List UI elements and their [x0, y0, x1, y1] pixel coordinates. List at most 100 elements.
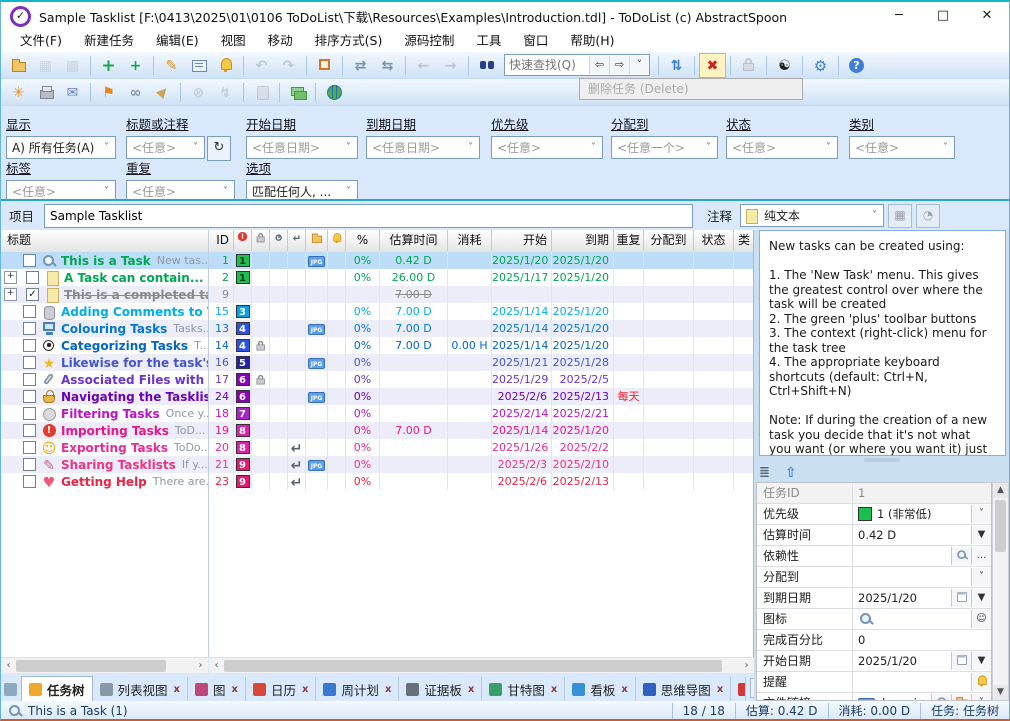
column-header-recur[interactable]: ↵ — [287, 230, 305, 251]
scroll-down-icon[interactable]: ▼ — [993, 685, 1008, 700]
chevron-down-icon[interactable]: ▼ — [971, 589, 991, 607]
close-tab-icon[interactable]: x — [717, 684, 723, 695]
attribute-value[interactable]: 1 (非常低) ˅ — [853, 504, 991, 524]
scroll-left-icon[interactable]: ‹ — [209, 658, 224, 674]
calendar-picker-icon[interactable] — [951, 652, 971, 670]
find-tasks-button[interactable] — [473, 53, 500, 78]
cleanup-button[interactable] — [149, 80, 176, 105]
attributes-scrollbar[interactable]: ▲ ▼ — [992, 482, 1009, 701]
attribute-value[interactable]: JPGdoors.jr˅ — [853, 693, 991, 700]
table-row[interactable]: ☺ Exporting Tasks ToDo... 20 8 ↵ 0% 2025/1/26 20… — [1, 439, 753, 456]
filter-dropdown[interactable]: <任意> ˅ — [849, 136, 955, 159]
close-tab-icon[interactable]: x — [468, 684, 474, 695]
close-tab-icon[interactable]: x — [385, 684, 391, 695]
chevron-down-icon[interactable]: ˅ — [629, 56, 649, 74]
maximize-button[interactable]: □ — [921, 3, 965, 29]
menu-item-5[interactable]: 排序方式(S) — [304, 30, 394, 52]
set-reminder-button[interactable] — [212, 53, 239, 78]
attribute-value[interactable]: 2025/1/20 ▼ — [853, 588, 991, 608]
task-checkbox[interactable]: ✓ — [26, 288, 39, 301]
expand-icon[interactable]: + — [4, 271, 17, 284]
find-file-icon[interactable] — [931, 694, 951, 700]
link-button[interactable]: ∞ — [122, 80, 149, 105]
combo-dropdown-icon[interactable]: ˅ — [971, 568, 991, 586]
scrollbar-thumb[interactable] — [16, 660, 166, 672]
column-header-id[interactable]: ID — [208, 230, 233, 251]
menu-item-3[interactable]: 视图 — [210, 30, 257, 52]
task-checkbox[interactable] — [23, 322, 36, 335]
tab-task-tree[interactable]: 任务树 — [21, 676, 93, 701]
scroll-up-icon[interactable]: ▲ — [993, 483, 1008, 498]
tree-column-divider[interactable] — [208, 230, 209, 657]
help-button[interactable]: ? — [843, 53, 870, 78]
chevron-down-icon[interactable]: ˅ — [340, 186, 357, 197]
filter-dropdown[interactable]: <任意> ˅ — [726, 136, 838, 159]
tab-calendar[interactable]: 日历 x — [246, 677, 317, 701]
new-task-button[interactable]: + — [95, 53, 122, 78]
combo-dropdown-icon[interactable]: ˅ — [971, 505, 991, 523]
table-row[interactable]: + ✓ This is a completed task9 7.00 D — [1, 286, 753, 303]
columns-horizontal-scrollbar[interactable]: ‹ › — [209, 657, 754, 674]
menu-item-1[interactable]: 新建任务 — [73, 30, 145, 52]
table-row[interactable]: + A Task can contain... 2 1 0% 26.00 D 2025/1/… — [1, 269, 753, 286]
close-tab-icon[interactable]: x — [232, 684, 238, 695]
menu-item-2[interactable]: 编辑(E) — [145, 30, 210, 52]
chevron-down-icon[interactable]: ˅ — [217, 186, 234, 197]
find-previous-icon[interactable]: ⇦ — [589, 56, 609, 74]
task-checkbox[interactable] — [23, 305, 36, 318]
task-checkbox[interactable] — [23, 407, 36, 420]
move-task-left-button[interactable]: ⇆ — [374, 53, 401, 78]
column-header-clock[interactable] — [269, 230, 287, 251]
attribute-value[interactable]: 0.42 D ▼ — [853, 525, 991, 545]
sort-button[interactable]: ⇅ — [663, 53, 690, 78]
attribute-value[interactable]: ☺ — [853, 609, 991, 629]
column-header-status[interactable]: 状态 — [693, 230, 733, 251]
menu-item-6[interactable]: 源码控制 — [393, 30, 465, 52]
find-next-icon[interactable]: ⇨ — [609, 56, 629, 74]
tab-cut-off[interactable] — [731, 677, 747, 701]
reminder-icon[interactable] — [971, 673, 991, 691]
attribute-value[interactable]: ˅ — [853, 567, 991, 587]
expand-icon[interactable]: + — [4, 288, 17, 301]
chevron-down-icon[interactable]: ˅ — [866, 210, 883, 221]
chevron-down-icon[interactable]: ˅ — [187, 142, 204, 153]
filter-dropdown[interactable]: <任意> ˅ — [491, 136, 603, 159]
close-tab-icon[interactable]: x — [621, 684, 627, 695]
chevron-down-icon[interactable]: ˅ — [340, 142, 357, 153]
icon-picker-icon[interactable]: ☺ — [971, 610, 991, 628]
toggle-theme-button[interactable]: ☯ — [771, 53, 798, 78]
open-file-button[interactable] — [5, 53, 32, 78]
attribute-value[interactable]: 0 — [853, 630, 991, 650]
print-button[interactable] — [32, 80, 59, 105]
column-header-est[interactable]: 估算时间 — [379, 230, 447, 251]
column-header-title[interactable]: 标题 — [1, 230, 208, 251]
table-row[interactable]: ! Importing Tasks ToD... 19 8 0% 7.00 D 2025/1/… — [1, 422, 753, 439]
chevron-down-icon[interactable]: ˅ — [585, 142, 602, 153]
preferences-button[interactable]: ⚙ — [807, 53, 834, 78]
open-folder-icon[interactable] — [951, 694, 971, 700]
table-row[interactable]: Adding Comments to T...153 0%7.00 D 2025/1… — [1, 303, 753, 320]
tab-mind-map[interactable]: 思维导图 x — [636, 677, 732, 701]
delete-task-button[interactable]: ✖ — [699, 52, 726, 78]
table-row[interactable]: Categorizing TasksT...1440%7.00 D0.00 H2… — [1, 337, 753, 354]
table-row[interactable]: Navigating the Tasklist 24 6 JPG 0% 2025/2/6 2… — [1, 388, 753, 405]
combo-dropdown-icon[interactable]: ˅ — [971, 694, 991, 700]
close-tab-icon[interactable]: x — [551, 684, 557, 695]
chevron-down-icon[interactable]: ˅ — [820, 142, 837, 153]
filter-dropdown[interactable]: <任意一个> ˅ — [611, 136, 718, 159]
chevron-down-icon[interactable]: ˅ — [462, 142, 479, 153]
scroll-right-icon[interactable]: › — [193, 658, 208, 674]
close-tab-icon[interactable]: x — [174, 684, 180, 695]
sort-attributes-icon[interactable]: ⇧ — [785, 465, 801, 481]
tab-chart[interactable]: 图x — [188, 677, 246, 701]
dropdown-icon[interactable]: ▼ — [971, 526, 991, 544]
menu-item-7[interactable]: 工具 — [465, 30, 512, 52]
chevron-down-icon[interactable]: ˅ — [937, 142, 954, 153]
project-name-input[interactable] — [44, 203, 694, 228]
attribute-value[interactable]: 2025/1/20 ▼ — [853, 651, 991, 671]
filter-dropdown[interactable]: A) 所有任务(A) ˅ — [6, 136, 116, 159]
comments-splitter[interactable] — [864, 458, 900, 462]
task-checkbox[interactable] — [23, 254, 36, 267]
chevron-down-icon[interactable]: ˅ — [700, 142, 717, 153]
task-checkbox[interactable] — [23, 475, 36, 488]
